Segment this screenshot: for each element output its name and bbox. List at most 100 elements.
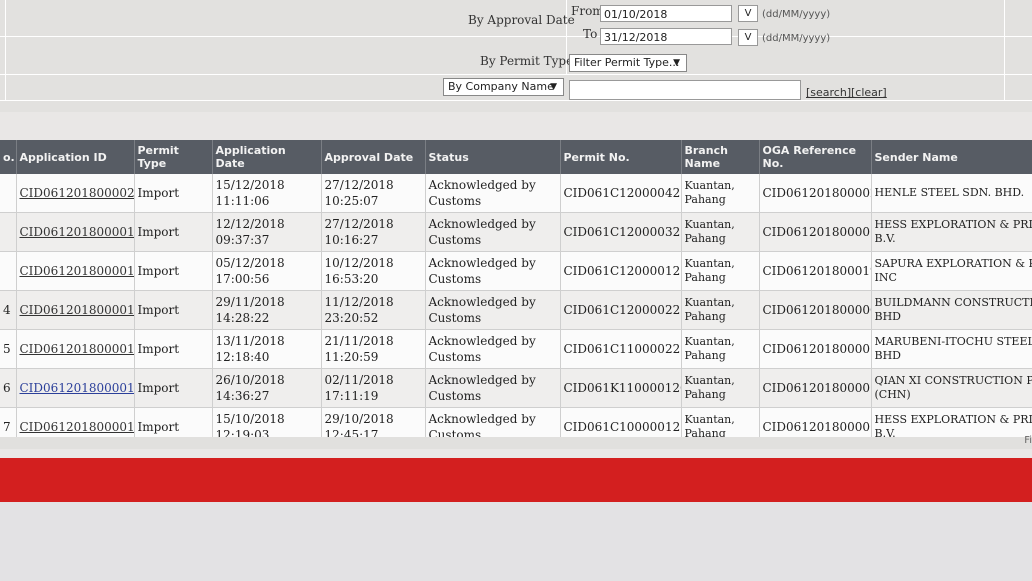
- col-header-application-id[interactable]: Application ID: [16, 140, 135, 174]
- sender-text: MARUBENI-ITOCHU STEEL (M): [874, 335, 1032, 348]
- clear-link[interactable]: [clear]: [851, 86, 887, 99]
- oga-reference-cell: CID061201800019C: [759, 251, 872, 291]
- results-table: o. Application ID Permit Type Applicatio…: [0, 140, 1032, 447]
- pager-link[interactable]: Fi: [1024, 435, 1032, 446]
- col-header-oga-reference[interactable]: OGA Reference No.: [759, 140, 872, 174]
- row-number: [0, 174, 17, 213]
- date-text: 26/10/2018: [215, 373, 285, 387]
- branch-cell: Kuantan, Pahang: [681, 290, 760, 330]
- dropdown-arrow-icon: ▼: [673, 58, 680, 68]
- row-number: 6: [0, 368, 17, 408]
- time-text: 16:53:20: [324, 272, 379, 286]
- permit-type-select[interactable]: Filter Permit Type... ▼: [569, 54, 687, 72]
- approval-date-cell: 02/11/2018 17:11:19: [321, 368, 426, 408]
- oga-reference-cell: CID061201800001BC: [759, 212, 872, 252]
- company-name-input[interactable]: [569, 80, 801, 100]
- status-text: Acknowledged by: [428, 334, 536, 348]
- col-header-permit-no[interactable]: Permit No.: [560, 140, 682, 174]
- divider: [0, 74, 1032, 75]
- branch-cell: Kuantan, Pahang: [681, 329, 760, 369]
- table-row: CID0612018000020 Import 15/12/2018 11:11:…: [0, 174, 1032, 213]
- time-text: 09:37:37: [215, 233, 270, 247]
- application-id-link[interactable]: CID0612018000016: [16, 329, 135, 369]
- date-text: 02/11/2018: [324, 373, 394, 387]
- time-text: 12:18:40: [215, 350, 270, 364]
- sender-text: HESS EXPLORATION & PRDCTS: [874, 218, 1032, 231]
- sender-name-cell: HESS EXPLORATION & PRDCTSB.V.: [871, 212, 1032, 252]
- time-text: 23:20:52: [324, 311, 379, 325]
- sender-name-cell: HENLE STEEL SDN. BHD.: [871, 174, 1032, 213]
- row-number: 4: [0, 290, 17, 330]
- application-id-link[interactable]: CID0612018000018: [16, 212, 135, 252]
- time-text: 11:11:06: [215, 194, 270, 208]
- time-text: 10:25:07: [324, 194, 379, 208]
- search-link[interactable]: [search]: [806, 86, 851, 99]
- permit-type-cell: Import: [134, 251, 213, 291]
- time-text: 14:28:22: [215, 311, 270, 325]
- permit-type-cell: Import: [134, 174, 213, 213]
- permit-no-cell: CID061C12000032018: [560, 212, 682, 252]
- permit-no-cell: CID061K11000012018: [560, 368, 682, 408]
- row-number: [0, 251, 17, 291]
- status-cell: Acknowledged by Customs: [425, 368, 561, 408]
- approval-date-cell: 21/11/2018 11:20:59: [321, 329, 426, 369]
- permit-type-cell: Import: [134, 368, 213, 408]
- col-header-permit-type[interactable]: Permit Type: [134, 140, 213, 174]
- sender-text: QIAN XI CONSTRUCTION PROJ: [874, 374, 1032, 387]
- status-text: Acknowledged by: [428, 373, 536, 387]
- table-row: CID0612018000019 Import 05/12/2018 17:00:…: [0, 251, 1032, 291]
- date-text: 15/12/2018: [215, 178, 285, 192]
- permit-no-cell: CID061C12000012018: [560, 251, 682, 291]
- application-date-cell: 05/12/2018 17:00:56: [212, 251, 322, 291]
- approval-date-label: By Approval Date: [468, 13, 575, 27]
- sender-text: (CHN): [874, 388, 911, 401]
- col-header-application-date[interactable]: Application Date: [212, 140, 322, 174]
- to-date-input[interactable]: 31/12/2018: [600, 28, 732, 45]
- application-date-cell: 12/12/2018 09:37:37: [212, 212, 322, 252]
- date-text: 13/11/2018: [215, 334, 285, 348]
- permit-type-cell: Import: [134, 290, 213, 330]
- row-number: 5: [0, 329, 17, 369]
- status-text: Customs: [428, 350, 482, 364]
- application-id-link[interactable]: CID0612018000020: [16, 174, 135, 213]
- sender-name-cell: MARUBENI-ITOCHU STEEL (M)BHD: [871, 329, 1032, 369]
- status-text: Acknowledged by: [428, 412, 536, 426]
- from-date-input[interactable]: 01/10/2018: [600, 5, 732, 22]
- to-date-picker-button[interactable]: V: [738, 29, 758, 46]
- application-id-link[interactable]: CID0612018000017: [16, 290, 135, 330]
- date-text: 27/12/2018: [324, 178, 394, 192]
- sender-name-cell: SAPURA EXPLORATION & PROINC: [871, 251, 1032, 291]
- date-format-hint: (dd/MM/yyyy): [762, 33, 831, 44]
- company-filter-select[interactable]: By Company Name ▼: [443, 78, 564, 96]
- application-id-link[interactable]: CID0612018000019: [16, 251, 135, 291]
- branch-cell: Kuantan, Pahang: [681, 174, 760, 213]
- footer-red-bar: [0, 458, 1032, 502]
- permit-type-cell: Import: [134, 329, 213, 369]
- branch-text: Kuantan,: [684, 257, 735, 270]
- branch-text: Kuantan,: [684, 218, 735, 231]
- time-text: 17:11:19: [324, 389, 379, 403]
- sender-text: BHD: [874, 310, 902, 323]
- status-text: Customs: [428, 272, 482, 286]
- branch-cell: Kuantan, Pahang: [681, 251, 760, 291]
- col-header-branch-name[interactable]: Branch Name: [681, 140, 760, 174]
- col-header-approval-date[interactable]: Approval Date: [321, 140, 426, 174]
- branch-cell: Kuantan, Pahang: [681, 368, 760, 408]
- branch-text: Kuantan,: [684, 413, 735, 426]
- sender-text: SAPURA EXPLORATION & PRO: [874, 257, 1032, 270]
- date-format-hint: (dd/MM/yyyy): [762, 9, 831, 20]
- branch-text: Pahang: [684, 232, 726, 245]
- col-header-no[interactable]: o.: [0, 140, 17, 174]
- from-date-picker-button[interactable]: V: [738, 5, 758, 22]
- row-number: [0, 212, 17, 252]
- col-header-sender-name[interactable]: Sender Name: [871, 140, 1032, 174]
- sender-name-cell: BUILDMANN CONSTRUCTIONBHD: [871, 290, 1032, 330]
- pager-bar: Fi: [0, 435, 1032, 449]
- company-filter-value: By Company Name: [448, 80, 554, 93]
- date-text: 29/10/2018: [324, 412, 394, 426]
- application-id-link[interactable]: CID0612018000014: [16, 368, 135, 408]
- col-header-status[interactable]: Status: [425, 140, 561, 174]
- table-row: 5 CID0612018000016 Import 13/11/2018 12:1…: [0, 329, 1032, 369]
- from-label: From: [571, 4, 604, 18]
- table-row: CID0612018000018 Import 12/12/2018 09:37:…: [0, 212, 1032, 252]
